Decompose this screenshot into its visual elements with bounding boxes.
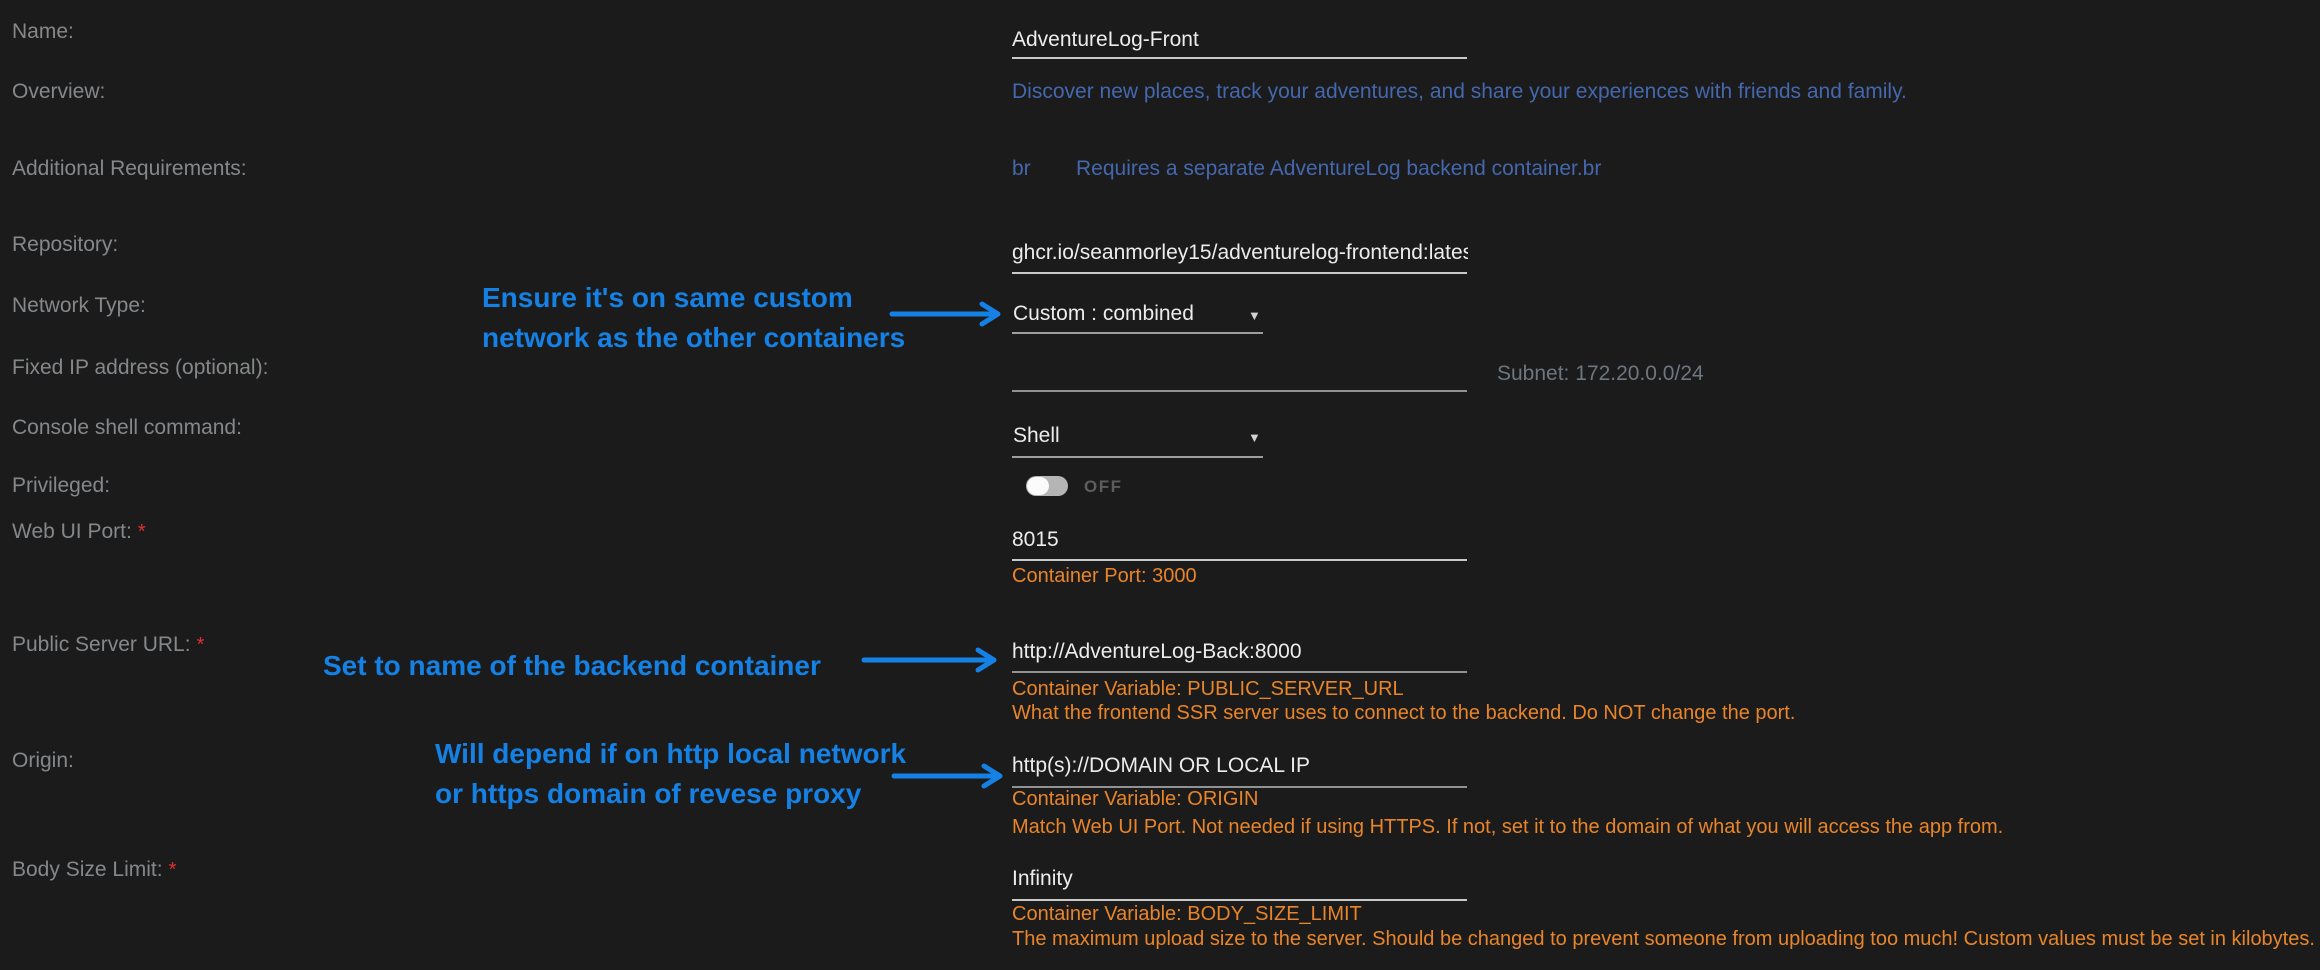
subnet-hint: Subnet: 172.20.0.0/24 xyxy=(1497,363,1704,385)
console-shell-label: Console shell command: xyxy=(12,417,242,439)
name-input-underline xyxy=(1012,57,1467,59)
privileged-label: Privileged: xyxy=(12,475,110,497)
annotation-arrow-public-server-url xyxy=(860,646,1005,676)
privileged-toggle[interactable] xyxy=(1026,476,1068,496)
body-size-limit-description-note: The maximum upload size to the server. S… xyxy=(1012,929,2315,950)
overview-label: Overview: xyxy=(12,81,105,103)
additional-requirements-prefix: br xyxy=(1012,158,1031,180)
network-annotation: Ensure it's on same custom network as th… xyxy=(482,278,905,358)
container-template-form: Name: Overview: Additional Requirements:… xyxy=(0,0,2320,970)
public-server-url-annotation: Set to name of the backend container xyxy=(323,646,821,686)
public-server-url-underline xyxy=(1012,671,1467,673)
public-server-url-variable-note: Container Variable: PUBLIC_SERVER_URL xyxy=(1012,679,1404,700)
network-type-underline xyxy=(1012,332,1263,334)
name-input[interactable]: AdventureLog-Front xyxy=(1012,29,1199,51)
chevron-down-icon: ▼ xyxy=(1248,427,1261,449)
required-asterisk: * xyxy=(197,634,205,656)
origin-label: Origin: xyxy=(12,750,74,772)
name-label: Name: xyxy=(12,21,74,43)
origin-annotation: Will depend if on http local network or … xyxy=(435,734,906,814)
public-server-url-input[interactable]: http://AdventureLog-Back:8000 xyxy=(1012,641,1302,663)
network-type-select[interactable]: Custom : combined xyxy=(1013,303,1194,325)
fixed-ip-input[interactable] xyxy=(1012,390,1467,392)
container-port-note: Container Port: 3000 xyxy=(1012,566,1197,587)
console-shell-underline xyxy=(1012,456,1263,458)
additional-requirements-text: Requires a separate AdventureLog backend… xyxy=(1076,158,1601,180)
body-size-limit-input[interactable]: Infinity xyxy=(1012,868,1073,890)
annotation-arrow-network xyxy=(888,300,1008,330)
body-size-limit-variable-note: Container Variable: BODY_SIZE_LIMIT xyxy=(1012,904,1362,925)
console-shell-select[interactable]: Shell xyxy=(1013,425,1060,447)
web-ui-port-label: Web UI Port:* xyxy=(12,521,146,543)
repository-input-underline xyxy=(1012,272,1467,274)
origin-description-note: Match Web UI Port. Not needed if using H… xyxy=(1012,817,2003,838)
toggle-knob xyxy=(1027,477,1049,495)
required-asterisk: * xyxy=(169,859,177,881)
body-size-limit-underline xyxy=(1012,899,1467,901)
body-size-limit-label: Body Size Limit:* xyxy=(12,859,176,881)
additional-requirements-label: Additional Requirements: xyxy=(12,158,247,180)
origin-input[interactable]: http(s)://DOMAIN OR LOCAL IP xyxy=(1012,755,1310,777)
fixed-ip-label: Fixed IP address (optional): xyxy=(12,357,268,379)
origin-variable-note: Container Variable: ORIGIN xyxy=(1012,789,1258,810)
repository-input[interactable]: ghcr.io/seanmorley15/adventurelog-fronte… xyxy=(1012,242,1468,264)
privileged-state-text: OFF xyxy=(1084,477,1123,497)
web-ui-port-input[interactable]: 8015 xyxy=(1012,529,1059,551)
overview-text: Discover new places, track your adventur… xyxy=(1012,81,1907,103)
public-server-url-description-note: What the frontend SSR server uses to con… xyxy=(1012,703,1795,724)
repository-label: Repository: xyxy=(12,234,118,256)
public-server-url-label: Public Server URL:* xyxy=(12,634,204,656)
web-ui-port-underline xyxy=(1012,559,1467,561)
network-type-label: Network Type: xyxy=(12,295,146,317)
annotation-arrow-origin xyxy=(890,762,1010,792)
required-asterisk: * xyxy=(138,521,146,543)
chevron-down-icon: ▼ xyxy=(1248,305,1261,327)
